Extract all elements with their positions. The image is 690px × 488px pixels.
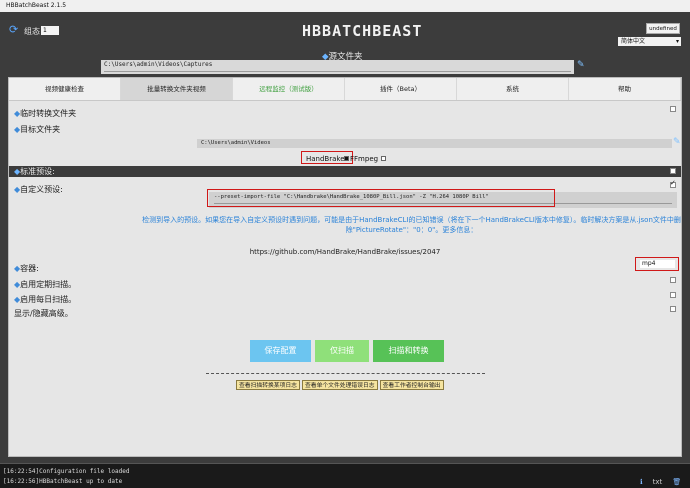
source-folder-extra-line xyxy=(104,71,571,72)
standard-preset-row: ◆标准预设: xyxy=(9,166,681,177)
standard-preset-text: 标准预设: xyxy=(20,167,55,176)
custom-preset-highlight xyxy=(207,189,555,207)
container-label: ◆容器: xyxy=(14,263,39,274)
ffmpeg-label: FFmpeg xyxy=(350,155,379,163)
edit-source-icon[interactable]: ✎ xyxy=(577,60,585,70)
log-link-scan-convert[interactable]: 查看扫描转换某项日志 xyxy=(236,380,300,390)
window-title: HBBatchBeast 2.1.5 xyxy=(0,0,690,12)
group-label: 组态 xyxy=(24,27,40,36)
handbrake-checkbox[interactable] xyxy=(344,156,349,161)
refresh-icon[interactable]: ⟳ xyxy=(9,24,21,36)
source-folder-path: C:\Users\admin\Videos\Captures xyxy=(104,61,213,68)
tab-batch-convert[interactable]: 批量转换文件夹视频 xyxy=(121,78,233,100)
issue-link[interactable]: https://github.com/HandBrake/HandBrake/i… xyxy=(9,248,681,256)
tab-help[interactable]: 帮助 xyxy=(569,78,681,100)
custom-preset-checkbox[interactable] xyxy=(670,179,676,188)
language-select[interactable]: 简体中文 xyxy=(618,37,681,46)
tab-system[interactable]: 系统 xyxy=(457,78,569,100)
custom-preset-text: 自定义预设: xyxy=(20,185,63,194)
target-folder-label: ◆目标文件夹 xyxy=(14,124,60,135)
main-panel: 视频健康检查 批量转换文件夹视频 远程监控（测试版） 插件（Beta） 系统 帮… xyxy=(8,77,682,457)
target-folder-input[interactable]: C:\Users\admin\Videos xyxy=(197,139,672,148)
custom-preset-label: ◆自定义预设: xyxy=(14,184,63,195)
undefined-button[interactable]: undefined xyxy=(646,23,680,34)
divider xyxy=(206,373,485,374)
standard-preset-checkbox[interactable] xyxy=(670,168,676,174)
container-text: 容器: xyxy=(20,264,39,273)
log-link-file-errors[interactable]: 查看单个文件处理错误日志 xyxy=(301,380,378,390)
edit-target-icon[interactable]: ✎ xyxy=(673,137,681,147)
container-input[interactable]: mp4 xyxy=(640,260,675,268)
daily-scan-label: ◆启用每日扫描。 xyxy=(14,294,76,305)
console-tools: ℹ txt 🗑 xyxy=(640,478,681,486)
handbrake-label: HandBrake xyxy=(306,155,345,163)
tab-remote-monitor[interactable]: 远程监控（测试版） xyxy=(233,78,345,100)
source-folder-input[interactable]: C:\Users\admin\Videos\Captures xyxy=(101,60,574,74)
tab-bar: 视频健康检查 批量转换文件夹视频 远程监控（测试版） 插件（Beta） 系统 帮… xyxy=(9,78,681,101)
console-line: [16:22:56]HBBatchBeast up to date xyxy=(3,478,123,485)
standard-preset-label: ◆标准预设: xyxy=(14,166,55,177)
daily-scan-text: 启用每日扫描。 xyxy=(20,295,77,304)
tab-health-check[interactable]: 视频健康检查 xyxy=(9,78,121,100)
daily-scan-checkbox[interactable] xyxy=(670,292,676,298)
show-advanced-checkbox[interactable] xyxy=(670,306,676,312)
temp-folder-checkbox[interactable] xyxy=(670,106,676,112)
group-select[interactable]: 1 xyxy=(41,26,59,35)
info-icon[interactable]: ℹ xyxy=(640,478,643,486)
console-output: [16:22:54]Configuration file loaded [16:… xyxy=(0,463,690,488)
log-link-worker-console[interactable]: 查看工作者控制台输出 xyxy=(379,380,444,390)
scheduled-scan-checkbox[interactable] xyxy=(670,277,676,283)
app-logo: HBBATCHBEAST xyxy=(302,22,423,40)
temp-folder-label: ◆临时转换文件夹 xyxy=(14,108,76,119)
show-advanced-label[interactable]: 显示/隐藏高级。 xyxy=(14,308,73,319)
log-links: 查看扫描转换某项日志 查看单个文件处理错误日志 查看工作者控制台输出 xyxy=(236,380,444,390)
ffmpeg-checkbox[interactable] xyxy=(381,156,386,161)
batch-convert-content: ◆临时转换文件夹 ◆目标文件夹 C:\Users\admin\Videos ✎ … xyxy=(9,102,681,457)
preset-warning-text: 检测到导入的预设。如果您在导入自定义预设时遇到问题，可能是由于HandBrake… xyxy=(142,216,681,234)
temp-folder-text: 临时转换文件夹 xyxy=(20,109,77,118)
scan-only-button[interactable]: 仅扫描 xyxy=(315,340,369,362)
scheduled-scan-text: 启用定期扫描。 xyxy=(20,280,77,289)
target-folder-text: 目标文件夹 xyxy=(20,125,61,134)
txt-button[interactable]: txt xyxy=(653,478,663,486)
save-config-button[interactable]: 保存配置 xyxy=(250,340,311,362)
scheduled-scan-label: ◆启用定期扫描。 xyxy=(14,279,76,290)
console-line: [16:22:54]Configuration file loaded xyxy=(3,468,130,475)
scan-convert-button[interactable]: 扫描和转换 xyxy=(373,340,444,362)
trash-icon[interactable]: 🗑 xyxy=(672,478,681,486)
tab-plugins[interactable]: 插件（Beta） xyxy=(345,78,457,100)
